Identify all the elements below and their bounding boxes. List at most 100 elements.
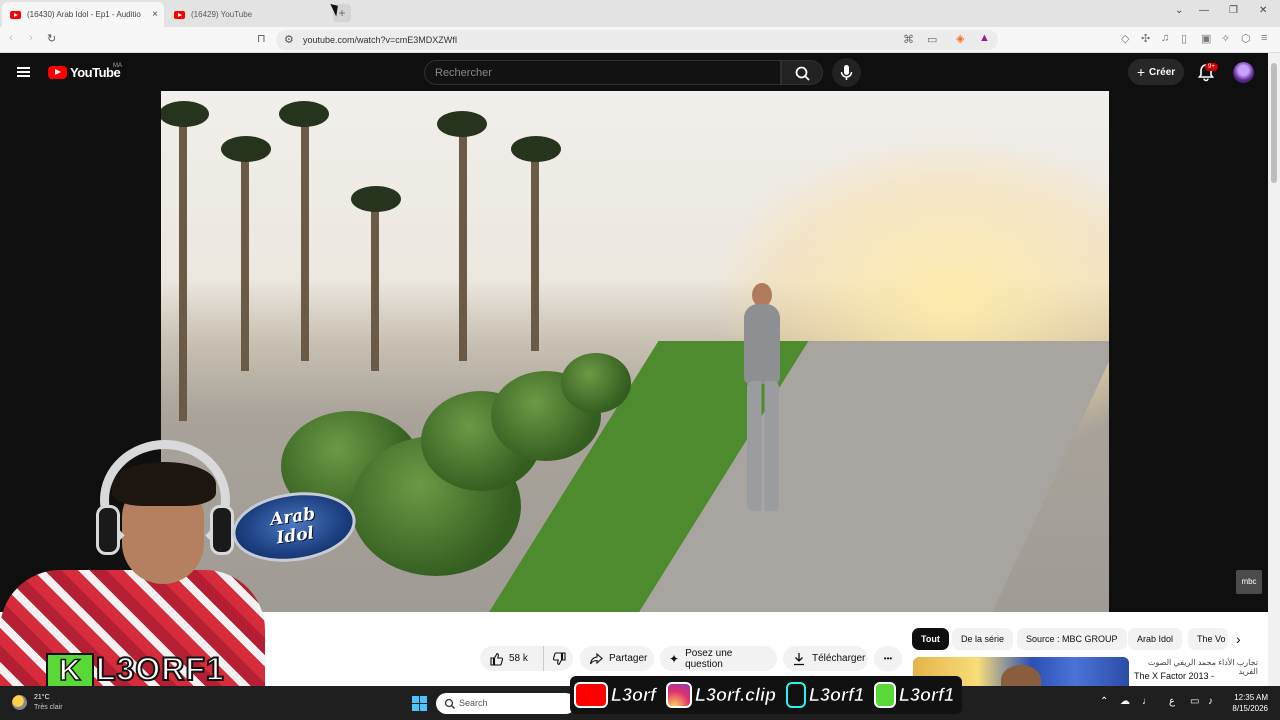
ask-question-button[interactable]: ✦ Posez une question — [660, 646, 777, 671]
search-icon — [444, 698, 455, 709]
sidebar-icon[interactable]: ▯ — [1181, 32, 1187, 45]
k-badge: K — [46, 653, 94, 688]
menu-icon[interactable]: ≡ — [1261, 32, 1267, 44]
chevron-right-icon[interactable]: › — [1236, 631, 1241, 647]
chip-source[interactable]: Source : MBC GROUP — [1017, 628, 1127, 650]
translate-icon[interactable]: ⌘ — [903, 33, 914, 46]
palm-tree — [279, 101, 329, 127]
runner — [744, 304, 780, 384]
share-icon — [589, 652, 603, 664]
related-video-title[interactable]: The X Factor 2013 - — [1134, 671, 1214, 681]
youtube-icon — [574, 682, 608, 708]
extensions-icon[interactable]: ✣ — [1141, 32, 1150, 45]
window-close-icon[interactable]: ✕ — [1259, 5, 1267, 16]
create-button[interactable]: + Créer — [1128, 59, 1184, 85]
maximize-icon[interactable]: ❐ — [1229, 5, 1238, 16]
more-actions-button[interactable]: ••• — [874, 646, 902, 671]
taskbar-search[interactable]: Search — [436, 693, 576, 714]
palm-tree — [511, 136, 561, 162]
webcam-overlay — [0, 430, 265, 686]
search-button[interactable] — [781, 60, 823, 85]
close-icon[interactable]: × — [152, 9, 158, 20]
weather-condition: Très clair — [34, 704, 63, 711]
scrollbar-thumb[interactable] — [1271, 63, 1277, 183]
palm-tree — [221, 136, 271, 162]
browser-tab-bar: (16430) Arab Idol - Ep1 - Auditio × (164… — [0, 0, 1280, 27]
minimize-icon[interactable]: — — [1199, 5, 1209, 16]
social-handle: L3orf.clip — [695, 684, 777, 705]
instagram-icon — [666, 682, 692, 708]
social-handle: L3orf1 — [809, 684, 865, 705]
youtube-header: YouTube MA + Créer — [0, 53, 1280, 91]
hamburger-menu-icon[interactable] — [17, 67, 30, 77]
palm-tree — [161, 101, 209, 127]
tiktok-icon — [786, 682, 807, 708]
temperature: 21°C — [34, 694, 50, 701]
clock-time[interactable]: 12:35 AM — [1232, 693, 1268, 702]
chevron-up-icon[interactable]: ⌃ — [1100, 696, 1108, 707]
headset — [210, 505, 234, 555]
youtube-play-icon — [48, 66, 67, 79]
cloud-icon[interactable]: ☁ — [1120, 696, 1130, 707]
clock-date[interactable]: 8/15/2026 — [1228, 704, 1268, 713]
chip-arab-idol[interactable]: Arab Idol — [1128, 628, 1183, 650]
share-button[interactable]: Partager — [580, 646, 654, 671]
download-button[interactable]: Télécharger — [783, 646, 868, 671]
voice-search-button[interactable] — [832, 58, 861, 87]
reload-icon[interactable]: ↻ — [47, 32, 56, 45]
avatar[interactable] — [1233, 62, 1254, 83]
chip-series[interactable]: De la série — [952, 628, 1014, 650]
back-icon[interactable]: ‹ — [9, 32, 13, 44]
search-icon — [795, 66, 810, 81]
address-bar[interactable]: ⚙ youtube.com/watch?v=cmE3MDXZWfI ⌘ ▭ ◈ … — [276, 30, 998, 50]
microphone-icon[interactable]: ♩ — [1142, 696, 1152, 707]
palm-tree — [459, 131, 467, 361]
page-scrollbar[interactable] — [1268, 53, 1280, 686]
palm-tree — [179, 121, 187, 421]
brave-shield-icon[interactable]: ◈ — [956, 32, 964, 45]
like-button[interactable]: 58 k — [480, 646, 543, 671]
music-icon[interactable]: ♫ — [1161, 32, 1169, 44]
brave-rewards-icon[interactable]: ▲ — [979, 32, 990, 44]
site-info-icon[interactable]: ⚙ — [284, 33, 294, 46]
social-tiktok: L3orf1 — [786, 682, 864, 708]
runner — [747, 381, 779, 511]
palm-tree — [371, 201, 379, 371]
region-code: MA — [113, 63, 122, 69]
tab-title: (16430) Arab Idol - Ep1 - Auditio — [27, 10, 141, 19]
palm-tree — [437, 111, 487, 137]
microphone-icon — [840, 65, 853, 80]
social-instagram: L3orf.clip — [666, 682, 776, 708]
display-icon[interactable]: ▭ — [1190, 696, 1199, 707]
leo-ai-icon[interactable]: ✧ — [1221, 32, 1230, 45]
social-handles-banner: L3orf L3orf.clip L3orf1 L3orf1 — [570, 676, 962, 714]
youtube-logo[interactable]: YouTube — [48, 65, 121, 80]
palm-tree — [301, 121, 309, 361]
cast-icon[interactable]: ▭ — [927, 33, 937, 46]
social-kick: L3orf1 — [874, 682, 954, 708]
download-icon — [794, 652, 804, 665]
language-indicator[interactable]: ع — [1169, 696, 1175, 707]
forward-icon[interactable]: › — [29, 32, 33, 44]
weather-icon[interactable] — [12, 695, 27, 710]
windows-start-icon[interactable] — [412, 696, 427, 711]
bookmark-icon[interactable]: ⊓ — [257, 32, 266, 45]
chip-the-voice[interactable]: The Vo — [1188, 628, 1228, 650]
like-count: 58 k — [509, 653, 528, 664]
vpn-icon[interactable]: ◇ — [1121, 32, 1129, 45]
shield-icon[interactable]: ⬡ — [1241, 32, 1251, 45]
dislike-button[interactable] — [543, 646, 573, 671]
social-youtube: L3orf — [574, 682, 656, 708]
sparkle-icon: ✦ — [669, 651, 680, 666]
ask-label: Posez une question — [685, 647, 733, 670]
url-text: youtube.com/watch?v=cmE3MDXZWfI — [303, 35, 458, 45]
chevron-down-icon[interactable]: ⌄ — [1175, 5, 1183, 16]
chip-all[interactable]: Tout — [912, 628, 949, 650]
wallet-icon[interactable]: ▣ — [1201, 32, 1211, 45]
volume-icon[interactable]: ♪ — [1208, 696, 1213, 707]
tab-arab-idol[interactable]: (16430) Arab Idol - Ep1 - Auditio × — [2, 2, 164, 27]
create-label: Créer — [1149, 66, 1176, 78]
download-label: Télécharger — [812, 653, 866, 664]
tab-youtube[interactable]: (16429) YouTube — [166, 2, 326, 27]
search-input[interactable] — [424, 60, 781, 85]
